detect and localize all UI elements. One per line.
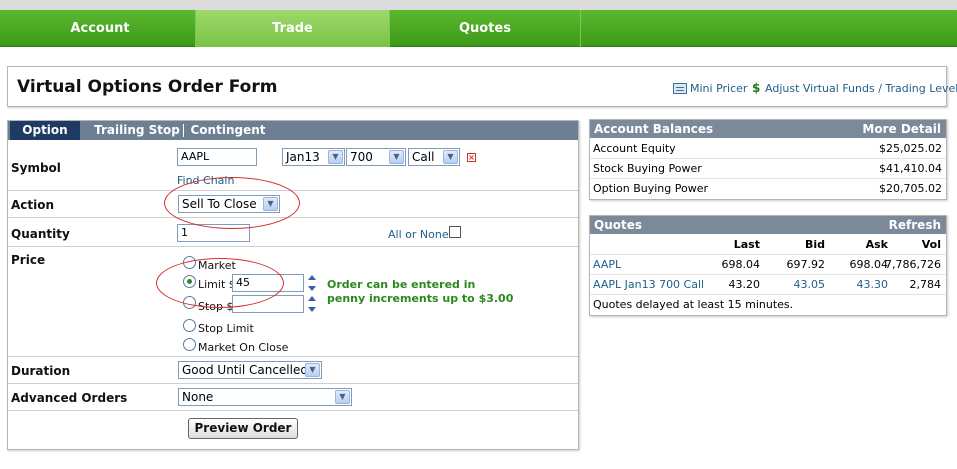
advanced-orders-value: None — [182, 390, 214, 404]
quotes-note-text: Quotes delayed at least 15 minutes. — [593, 298, 794, 311]
expiry-value: Jan13 — [286, 150, 320, 164]
advanced-orders-label: Advanced Orders — [11, 391, 128, 405]
price-stop-limit-label: Stop Limit — [198, 322, 254, 335]
annotation-ellipse-action — [164, 177, 300, 229]
mini-pricer-icon[interactable] — [673, 83, 687, 94]
stop-price-stepper-icon[interactable] — [308, 296, 317, 312]
limit-note-line2: penny increments up to $3.00 — [327, 292, 514, 305]
duration-row: Duration Good Until Cancelled ▼ — [8, 357, 578, 384]
limit-note-line1: Order can be entered in — [327, 278, 476, 291]
quote-ask[interactable]: 43.30 — [857, 275, 889, 295]
clear-symbol-icon[interactable]: × — [467, 153, 476, 162]
quote-row: AAPL Jan13 700 Call 43.20 43.05 43.30 2,… — [590, 275, 946, 295]
duration-value: Good Until Cancelled — [182, 363, 308, 377]
price-stop-limit-radio[interactable] — [183, 319, 196, 332]
account-balances-title: Account Balances — [594, 122, 714, 136]
account-balances-panel: Account Balances More Detail Account Equ… — [589, 119, 947, 200]
all-or-none-label: All or None — [388, 228, 449, 241]
price-moc-radio[interactable] — [183, 338, 196, 351]
duration-label: Duration — [11, 364, 71, 378]
account-balances-header: Account Balances More Detail — [590, 120, 946, 138]
option-type-select[interactable]: Call ▼ — [408, 148, 460, 166]
nav-tab-quotes[interactable]: Quotes — [390, 10, 581, 47]
adjust-funds-link[interactable]: Adjust Virtual Funds / Trading Level — [765, 82, 957, 95]
title-bar: Virtual Options Order Form Mini Pricer $… — [7, 66, 957, 107]
quote-bid[interactable]: 43.05 — [794, 275, 826, 295]
balance-value: $25,025.02 — [879, 142, 942, 155]
quote-row: AAPL 698.04 697.92 698.04 7,786,726 — [590, 255, 946, 275]
more-detail-link[interactable]: More Detail — [862, 120, 941, 138]
top-strip — [0, 0, 957, 10]
nav-tab-account[interactable]: Account — [5, 10, 196, 47]
main-nav: Account Trade Quotes — [0, 10, 957, 47]
chevron-down-icon: ▼ — [443, 150, 458, 164]
balance-label: Stock Buying Power — [593, 162, 702, 175]
preview-order-button[interactable]: Preview Order — [188, 418, 298, 439]
price-row: Price Market Limit $ 45 Stop $ Order can… — [8, 247, 578, 357]
balance-value: $41,410.04 — [879, 162, 942, 175]
quotes-header: Quotes Refresh — [590, 216, 946, 234]
col-bid: Bid — [804, 238, 825, 251]
annotation-ellipse-limit — [156, 258, 284, 308]
expiry-select[interactable]: Jan13 ▼ — [282, 148, 345, 166]
quote-vol: 7,786,726 — [885, 258, 941, 271]
advanced-orders-select[interactable]: None ▼ — [178, 388, 352, 406]
balance-value: $20,705.02 — [879, 182, 942, 195]
limit-price-stepper-icon[interactable] — [308, 275, 317, 291]
quote-vol: 2,784 — [909, 278, 942, 291]
chevron-down-icon: ▼ — [328, 150, 343, 164]
col-ask: Ask — [865, 238, 888, 251]
advanced-orders-row: Advanced Orders None ▼ — [8, 384, 578, 411]
quotes-column-headers: Last Bid Ask Vol — [590, 235, 946, 255]
tab-contingent[interactable]: Contingent — [188, 121, 268, 140]
order-form: Option Trailing Stop Contingent Symbol A… — [7, 120, 579, 450]
quantity-label: Quantity — [11, 227, 70, 241]
tab-option[interactable]: Option — [10, 121, 80, 140]
strike-select[interactable]: 700 ▼ — [346, 148, 406, 166]
balance-row: Stock Buying Power $41,410.04 — [590, 159, 946, 179]
refresh-link[interactable]: Refresh — [889, 216, 941, 234]
balance-label: Account Equity — [593, 142, 676, 155]
quote-last: 698.04 — [721, 258, 761, 271]
quote-ask: 698.04 — [849, 258, 889, 271]
price-label: Price — [11, 253, 46, 267]
quotes-delay-note: Quotes delayed at least 15 minutes. — [590, 295, 946, 315]
balance-row: Account Equity $25,025.02 — [590, 139, 946, 159]
chevron-down-icon: ▼ — [305, 363, 320, 377]
quotes-panel: Quotes Refresh Last Bid Ask Vol AAPL 698… — [589, 215, 947, 316]
quote-symbol-link[interactable]: AAPL Jan13 700 Call — [593, 275, 704, 295]
tab-trailing-stop[interactable]: Trailing Stop — [90, 121, 184, 140]
strike-value: 700 — [350, 150, 373, 164]
duration-select[interactable]: Good Until Cancelled ▼ — [178, 361, 322, 379]
symbol-input[interactable]: AAPL — [177, 148, 257, 166]
order-type-tabs: Option Trailing Stop Contingent — [8, 121, 578, 140]
chevron-down-icon: ▼ — [335, 390, 350, 404]
col-last: Last — [733, 238, 760, 251]
dollar-icon[interactable]: $ — [752, 81, 760, 95]
balance-row: Option Buying Power $20,705.02 — [590, 179, 946, 199]
mini-pricer-link[interactable]: Mini Pricer — [690, 82, 747, 95]
symbol-label: Symbol — [11, 161, 61, 175]
all-or-none-checkbox[interactable] — [449, 226, 461, 238]
page-title: Virtual Options Order Form — [17, 77, 278, 97]
chevron-down-icon: ▼ — [389, 150, 404, 164]
balance-label: Option Buying Power — [593, 182, 709, 195]
quotes-title: Quotes — [594, 218, 643, 232]
option-type-value: Call — [412, 150, 435, 164]
quote-last: 43.20 — [728, 278, 761, 291]
symbol-row: Symbol AAPL Jan13 ▼ 700 ▼ Call ▼ × Find Cha… — [8, 141, 578, 191]
action-label: Action — [11, 198, 55, 212]
nav-tab-trade[interactable]: Trade — [196, 10, 390, 47]
price-moc-label: Market On Close — [198, 341, 289, 354]
quote-bid: 697.92 — [786, 258, 826, 271]
tab-separator — [183, 124, 184, 137]
quote-symbol-link[interactable]: AAPL — [593, 255, 621, 275]
quantity-row: Quantity 1 All or None — [8, 218, 578, 247]
col-vol: Vol — [921, 238, 941, 251]
